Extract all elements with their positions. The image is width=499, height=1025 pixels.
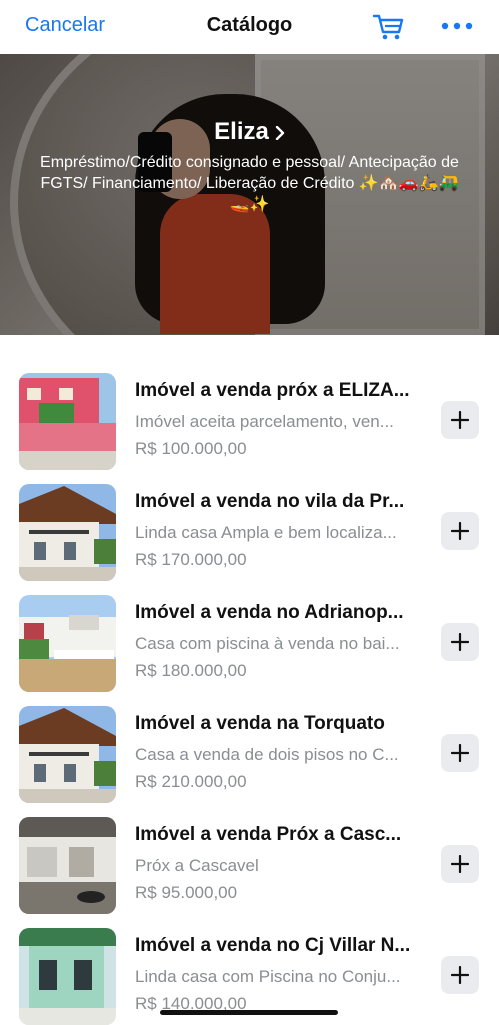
listing-price: R$ 170.000,00 [135,550,247,569]
plus-icon [451,633,469,651]
seller-name-link[interactable]: Eliza [0,118,499,146]
listing-thumbnail [19,484,116,581]
listing-description: Imóvel aceita parcelamento, ven... [135,412,394,431]
listing-title: Imóvel a venda no Adrianop... [135,602,404,623]
listing-price: R$ 95.000,00 [135,883,238,902]
plus-icon [451,966,469,984]
plus-icon [451,744,469,762]
listing-description: Linda casa com Piscina no Conju... [135,967,401,986]
listing-title: Imóvel a venda próx a ELIZA... [135,380,410,401]
listing-description: Casa a venda de dois pisos no C... [135,745,399,764]
listing-title: Imóvel a venda no Cj Villar N... [135,935,411,956]
listing-description: Próx a Cascavel [135,856,259,875]
add-button[interactable] [441,845,479,883]
plus-icon [451,522,469,540]
listing-price: R$ 180.000,00 [135,661,247,680]
more-icon[interactable] [440,14,474,38]
list-item[interactable]: Imóvel a venda no vila da Pr... Linda ca… [0,471,499,581]
plus-icon [451,411,469,429]
list-item[interactable]: Imóvel a venda Próx a Casc... Próx a Cas… [0,804,499,914]
listing-thumbnail [19,706,116,803]
listing-price: R$ 210.000,00 [135,772,247,791]
list-item[interactable]: Imóvel a venda na Torquato Casa a venda … [0,693,499,803]
seller-name: Eliza [214,118,269,145]
listing-description: Linda casa Ampla e bem localiza... [135,523,397,542]
listing-price: R$ 100.000,00 [135,439,247,458]
home-indicator[interactable] [160,1010,338,1015]
list-item[interactable]: Imóvel a venda próx a ELIZA... Imóvel ac… [0,360,499,470]
add-button[interactable] [441,734,479,772]
listing-thumbnail [19,817,116,914]
seller-bio: Empréstimo/Crédito consignado e pessoal/… [40,154,459,213]
listing-thumbnail [19,928,116,1025]
plus-icon [451,855,469,873]
list-item[interactable]: Imóvel a venda no Adrianop... Casa com p… [0,582,499,692]
cart-icon[interactable] [372,12,406,42]
cancel-button[interactable]: Cancelar [25,14,105,37]
listing-thumbnail [19,373,116,470]
add-button[interactable] [441,512,479,550]
listing-description: Casa com piscina à venda no bai... [135,634,400,653]
listing-title: Imóvel a venda Próx a Casc... [135,824,402,845]
add-button[interactable] [441,401,479,439]
add-button[interactable] [441,956,479,994]
list-item[interactable]: Imóvel a venda no Cj Villar N... Linda c… [0,915,499,1025]
top-bar: Cancelar Catálogo [0,0,499,54]
add-button[interactable] [441,623,479,661]
listing-title: Imóvel a venda na Torquato [135,713,385,734]
listing-title: Imóvel a venda no vila da Pr... [135,491,405,512]
chevron-right-icon [275,125,285,140]
listing-thumbnail [19,595,116,692]
